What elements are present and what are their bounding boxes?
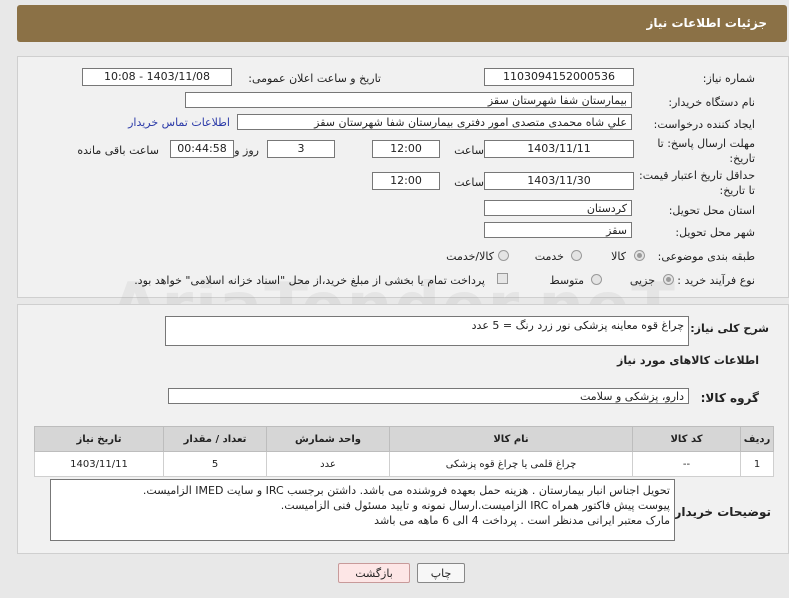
buyer-notes-label: توضیحات خریدار:: [669, 505, 771, 519]
process-radio-minor[interactable]: [663, 274, 674, 285]
category-option-goods: کالا: [611, 250, 626, 263]
cell-code: --: [632, 451, 741, 477]
col-row: ردیف: [740, 426, 774, 452]
province-field: کردستان: [484, 200, 632, 216]
page-title: جزئیات اطلاعات نیاز: [646, 16, 767, 30]
buyer-notes-field: تحویل اجناس انبار بیمارستان . هزینه حمل …: [50, 479, 675, 541]
goods-section-title: اطلاعات کالاهای مورد نیاز: [617, 354, 759, 367]
col-quantity: تعداد / مقدار: [163, 426, 267, 452]
category-radio-service[interactable]: [571, 250, 582, 261]
table-row: 1 -- چراغ قلمی یا چراغ قوه پزشکی عدد 5 1…: [34, 451, 774, 477]
reply-deadline-label: مهلت ارسال پاسخ: تا تاریخ:: [657, 137, 755, 165]
contact-info-link[interactable]: اطلاعات تماس خریدار: [128, 116, 230, 129]
print-button[interactable]: چاپ: [417, 563, 465, 583]
process-option-medium: متوسط: [549, 274, 584, 287]
col-name: نام کالا: [389, 426, 633, 452]
goods-table: ردیف کد کالا نام کالا واحد شمارش تعداد /…: [34, 426, 774, 477]
remaining-time-field: 00:44:58: [170, 140, 234, 158]
creator-label: ایجاد کننده درخواست:: [653, 118, 755, 131]
reply-time-field: 12:00: [372, 140, 440, 158]
buyer-notes-line-3: مارک معتبر ایرانی مدنظر است . پرداخت 4 ا…: [374, 514, 670, 527]
cell-row: 1: [740, 451, 774, 477]
category-label: طبقه بندی موضوعی:: [657, 250, 755, 263]
process-option-minor: جزیی: [629, 274, 655, 287]
category-option-both: کالا/خدمت: [446, 250, 494, 263]
cell-date: 1403/11/11: [34, 451, 164, 477]
reply-date-field: 1403/11/11: [484, 140, 634, 158]
cell-name: چراغ قلمی یا چراغ قوه پزشکی: [389, 451, 633, 477]
category-radio-goods[interactable]: [634, 250, 645, 261]
category-radio-both[interactable]: [498, 250, 509, 261]
price-date-field: 1403/11/30: [484, 172, 634, 190]
treasury-payment-note: پرداخت تمام یا بخشی از مبلغ خرید،از محل …: [134, 274, 485, 287]
buyer-notes-line-2: پیوست پیش فاکتور همراه IRC الزامیست.ارسا…: [280, 499, 670, 512]
price-validity-label: حداقل تاریخ اعتبار قیمت: تا تاریخ:: [639, 169, 755, 197]
days-field: 3: [267, 140, 335, 158]
col-unit: واحد شمارش: [266, 426, 390, 452]
city-field: سقز: [484, 222, 632, 238]
buyer-notes-line-1: تحویل اجناس انبار بیمارستان . هزینه حمل …: [142, 484, 670, 497]
cell-unit: عدد: [266, 451, 390, 477]
buyer-org-field: بیمارستان شفا شهرستان سقز: [185, 92, 632, 108]
table-header-row: ردیف کد کالا نام کالا واحد شمارش تعداد /…: [34, 426, 774, 452]
announce-field: 1403/11/08 - 10:08: [82, 68, 232, 86]
back-button[interactable]: بازگشت: [338, 563, 410, 583]
city-label: شهر محل تحویل:: [675, 226, 755, 239]
page-header: جزئیات اطلاعات نیاز: [17, 5, 787, 42]
col-code: کد کالا: [632, 426, 741, 452]
process-radio-medium[interactable]: [591, 274, 602, 285]
general-desc-field: چراغ قوه معاینه پزشکی نور زرد رنگ = 5 عد…: [165, 316, 689, 346]
general-desc-label: شرح کلی نیاز:: [690, 322, 769, 335]
treasury-payment-checkbox[interactable]: [497, 273, 508, 284]
price-time-field: 12:00: [372, 172, 440, 190]
province-label: استان محل تحویل:: [668, 204, 755, 217]
creator-field: علي شاه محمدی متصدی امور دفتری بیمارستان…: [237, 114, 632, 130]
need-number-field: 1103094152000536: [484, 68, 634, 86]
price-time-label: ساعت: [454, 176, 484, 189]
reply-time-label: ساعت: [454, 144, 484, 157]
announce-label: تاریخ و ساعت اعلان عمومی:: [248, 72, 381, 85]
goods-group-field: دارو، پزشکی و سلامت: [168, 388, 689, 404]
remaining-label: ساعت باقی مانده: [77, 144, 159, 157]
buyer-org-label: نام دستگاه خریدار:: [668, 96, 755, 109]
category-option-service: خدمت: [534, 250, 564, 263]
goods-group-label: گروه کالا:: [700, 391, 759, 405]
need-number-label: شماره نیاز:: [702, 72, 755, 85]
cell-quantity: 5: [163, 451, 267, 477]
days-label: روز و: [234, 144, 259, 157]
process-label: نوع فرآیند خرید :: [677, 274, 755, 287]
col-date: تاریخ نیاز: [34, 426, 164, 452]
